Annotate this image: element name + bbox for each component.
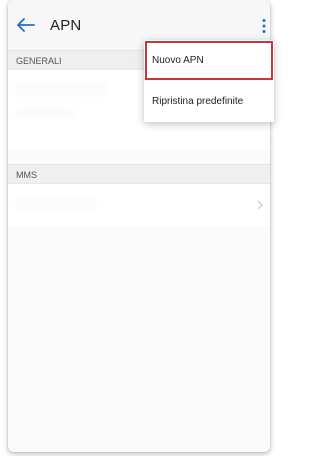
menu-item-ripristina-predefinite[interactable]: Ripristina predefinite	[144, 81, 274, 122]
apn-value-redacted	[16, 108, 76, 118]
more-vertical-icon	[262, 19, 266, 33]
arrow-left-icon	[17, 18, 35, 32]
mms-name-redacted	[16, 196, 96, 210]
chevron-right-icon	[257, 200, 263, 210]
overflow-menu: Nuovo APN Ripristina predefinite	[144, 40, 274, 122]
page-title: APN	[50, 16, 82, 34]
back-button[interactable]	[12, 11, 40, 39]
apn-name-redacted	[16, 82, 106, 96]
menu-item-nuovo-apn[interactable]: Nuovo APN	[144, 40, 274, 81]
mms-list-item[interactable]	[8, 184, 270, 226]
more-options-button[interactable]	[258, 18, 270, 34]
section-header-mms: MMS	[8, 164, 270, 184]
